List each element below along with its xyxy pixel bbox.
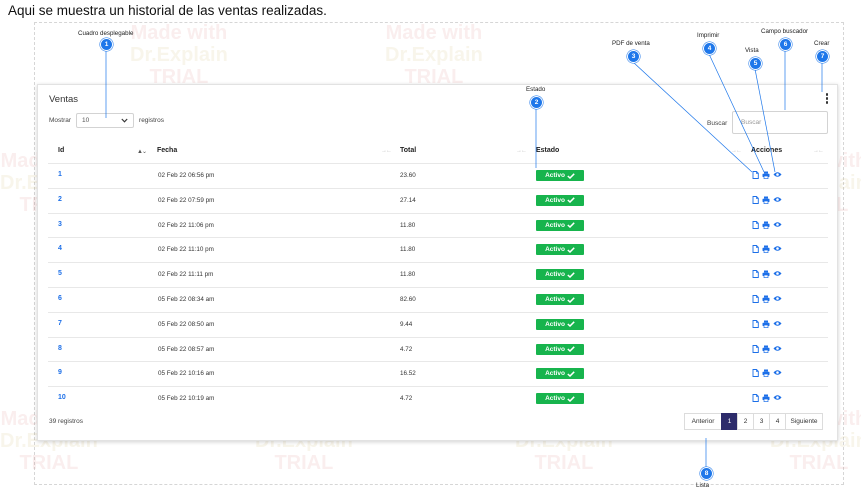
callout-badge: 1	[100, 38, 113, 51]
callout-badge: 7	[816, 50, 829, 63]
callout-label: Lista	[696, 482, 710, 489]
callout-badge: 8	[700, 467, 713, 480]
callout-lines	[105, 50, 823, 467]
callout-label: Estado	[526, 86, 546, 93]
callout-badge: 2	[530, 96, 543, 109]
callout-badge: 6	[779, 38, 792, 51]
callout-label: Imprimir	[697, 32, 720, 39]
callout-badge: 3	[627, 50, 640, 63]
callout-label: Crear	[814, 40, 830, 47]
callout-label: PDF de venta	[612, 40, 650, 47]
callout-label: Campo buscador	[761, 28, 809, 35]
callout-label: Vista	[745, 47, 759, 54]
callout-label: Cuadro desplegable	[78, 30, 134, 37]
callout-badge: 5	[749, 57, 762, 70]
callout-badge: 4	[703, 42, 716, 55]
